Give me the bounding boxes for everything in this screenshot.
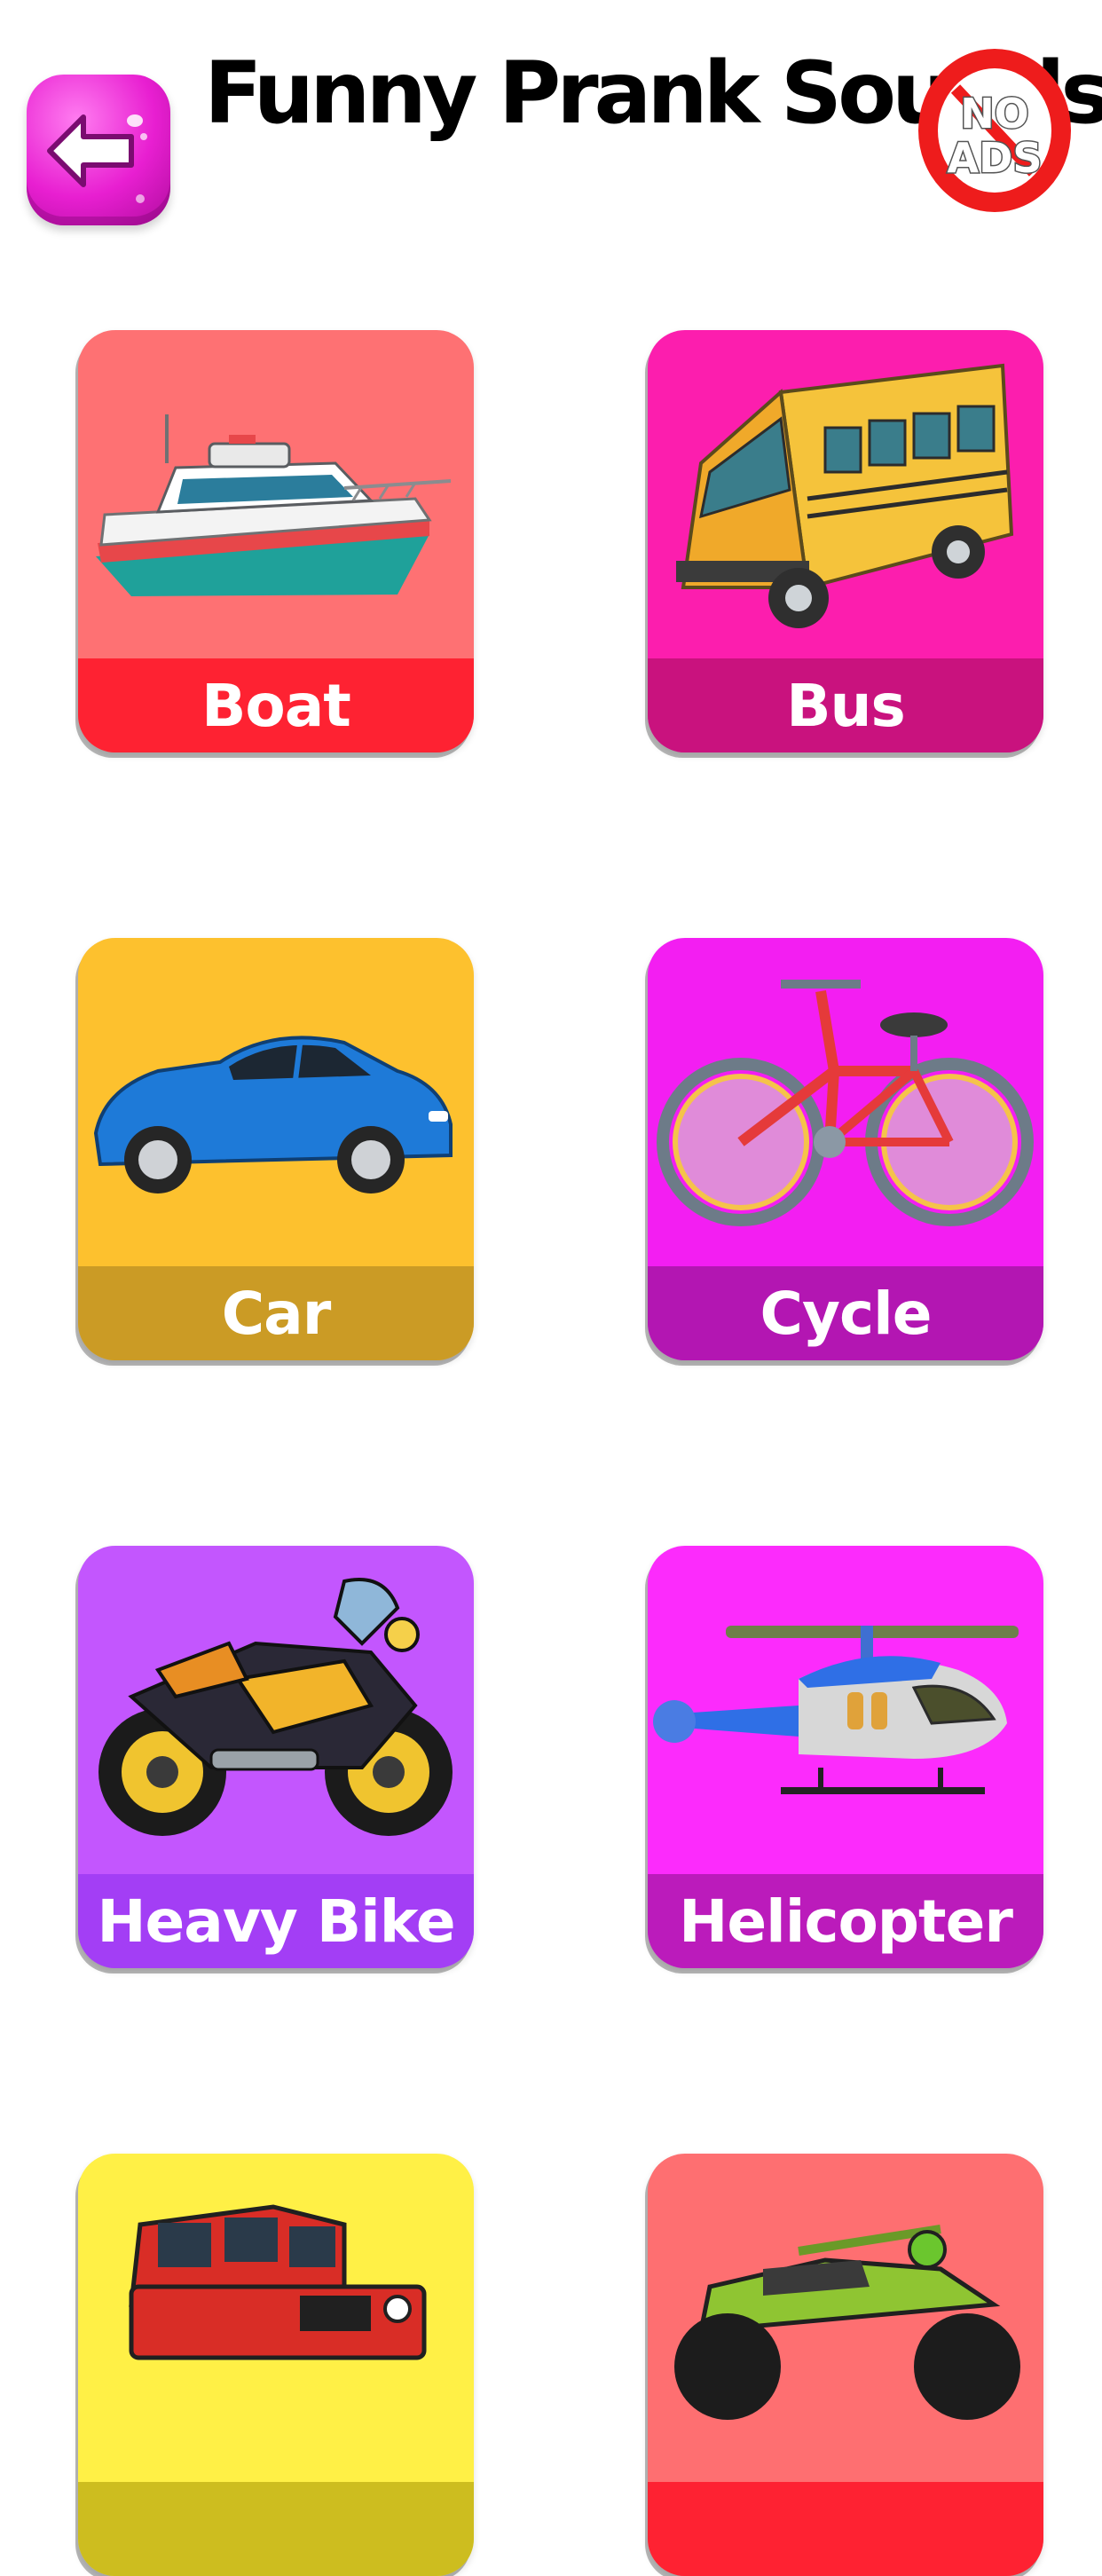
car-icon (93, 1036, 453, 1193)
card-art (78, 2154, 474, 2482)
bus-icon (676, 363, 1014, 628)
card-label-bar: Car (78, 1266, 474, 1360)
dirt-bike-icon (674, 2225, 1020, 2420)
card-cycle[interactable]: Cycle (648, 938, 1043, 1360)
helicopter-icon (653, 1626, 1019, 1794)
card-art (648, 1546, 1043, 1874)
card-jeep[interactable] (78, 2154, 474, 2576)
card-label: Helicopter (679, 1887, 1013, 1956)
card-art (78, 1546, 474, 1874)
card-bus[interactable]: Bus (648, 330, 1043, 752)
card-helicopter[interactable]: Helicopter (648, 1546, 1043, 1968)
card-label-bar: Helicopter (648, 1874, 1043, 1968)
card-dirt-bike[interactable] (648, 2154, 1043, 2576)
motorcycle-icon (98, 1578, 453, 1836)
card-car[interactable]: Car (78, 938, 474, 1360)
card-boat[interactable]: Boat (78, 330, 474, 752)
card-heavy-bike[interactable]: Heavy Bike (78, 1546, 474, 1968)
card-label-bar (78, 2482, 474, 2576)
card-label-bar: Heavy Bike (78, 1874, 474, 1968)
boat-icon (96, 414, 452, 596)
card-label: Boat (201, 671, 351, 740)
card-art (648, 330, 1043, 658)
jeep-icon (129, 2204, 427, 2360)
card-label-bar: Cycle (648, 1266, 1043, 1360)
card-label: Cycle (760, 1279, 933, 1348)
card-label: Bus (786, 671, 906, 740)
card-label-bar: Bus (648, 658, 1043, 752)
card-art (648, 2154, 1043, 2482)
card-label-bar (648, 2482, 1043, 2576)
vehicle-grid: Boat Bus Car Cycle Heavy Bike Helicopter (0, 0, 1102, 2576)
card-label: Car (221, 1279, 332, 1348)
card-label: Heavy Bike (97, 1887, 455, 1956)
bicycle-icon (657, 980, 1034, 1226)
card-art (78, 330, 474, 658)
card-label-bar: Boat (78, 658, 474, 752)
card-art (648, 938, 1043, 1266)
card-art (78, 938, 474, 1266)
